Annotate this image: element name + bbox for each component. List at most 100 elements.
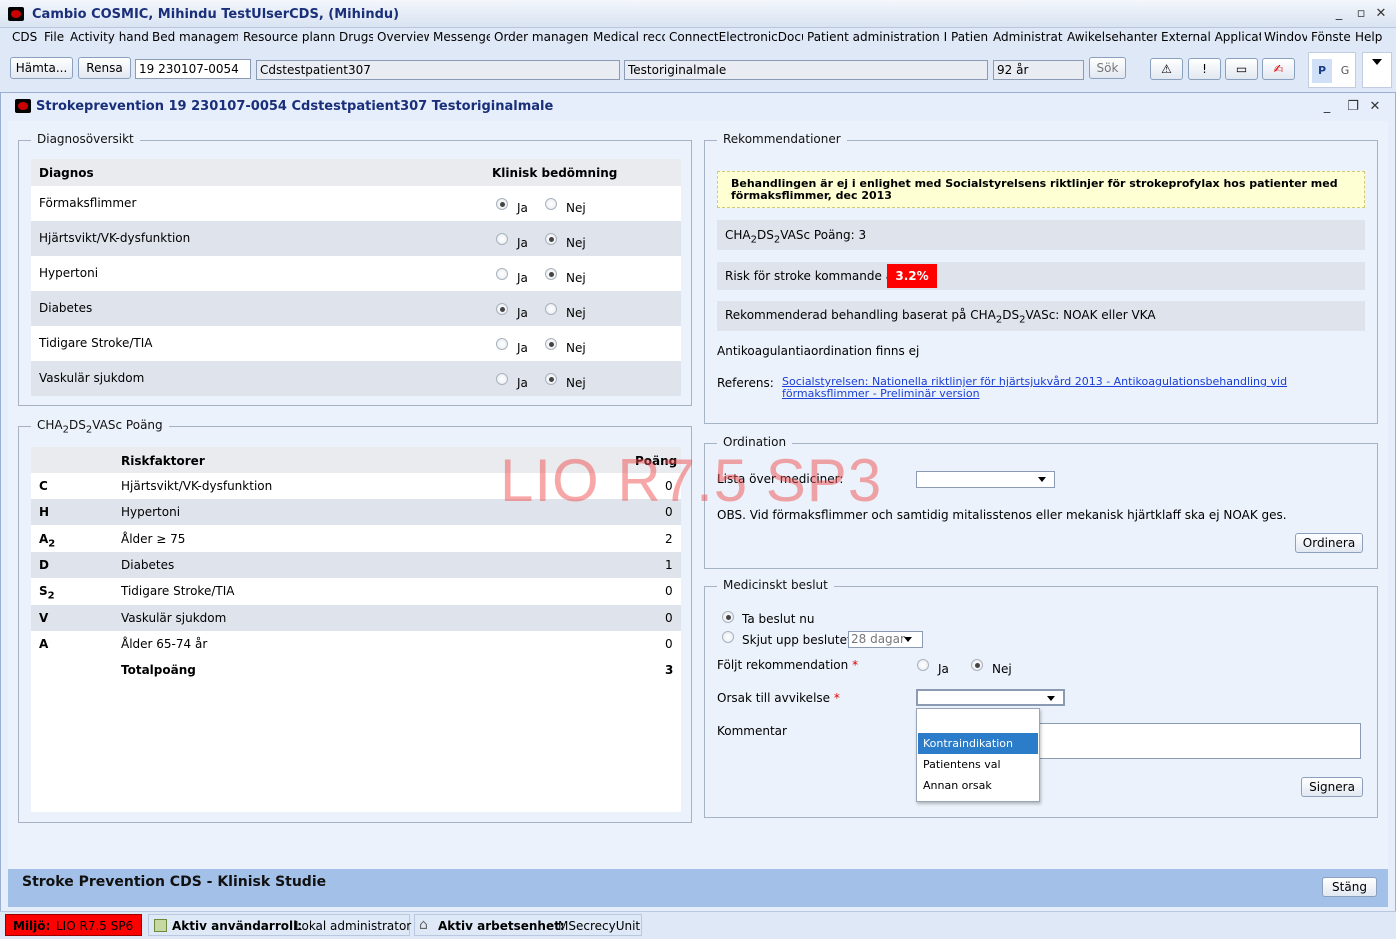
diagnosis-nej-label: Nej [566, 271, 586, 285]
menu-drugs[interactable]: Drugs [339, 30, 373, 44]
score-code: V [39, 610, 49, 625]
diagnosis-nej-radio[interactable] [545, 303, 557, 315]
diagnosis-nej-radio[interactable] [545, 233, 557, 245]
warning-icon[interactable]: ⚠ [1150, 58, 1183, 80]
diagnosis-ja-radio[interactable] [496, 198, 508, 210]
menu-help[interactable]: Help [1355, 30, 1391, 44]
chevron-down-icon [1047, 696, 1055, 701]
close-icon[interactable]: ✕ [1372, 6, 1390, 21]
signature-icon[interactable]: ✍ [1262, 58, 1295, 80]
warning-text: Behandlingen är ej i enlighet med Social… [731, 177, 1338, 202]
chevron-down-icon [1372, 59, 1382, 65]
diagnosis-ja-radio[interactable] [496, 268, 508, 280]
postpone-days-select[interactable]: 28 dagar [848, 631, 923, 648]
menu-awikelse[interactable]: Awikelsehanteri [1067, 30, 1157, 44]
risk-box: Risk för stroke kommande år: 3.2% [717, 262, 1365, 290]
followed-ja-label: Ja [938, 662, 949, 676]
followed-nej-radio[interactable] [971, 659, 983, 671]
diagnosis-ja-label: Ja [517, 271, 528, 285]
p-tab[interactable]: P [1312, 59, 1332, 83]
sign-button[interactable]: Signera [1301, 777, 1363, 797]
diagnosis-ja-label: Ja [517, 306, 528, 320]
diagnosis-ja-radio[interactable] [496, 233, 508, 245]
menu-patient-admin[interactable]: Patient administration IP [807, 30, 947, 44]
score-factor: Hypertoni [121, 505, 181, 520]
assessment-col: Klinisk bedömning [492, 166, 618, 180]
menu-medical[interactable]: Medical reco [593, 30, 665, 44]
subwindow-title: Strokeprevention 19 230107-0054 Cdstestp… [36, 99, 554, 114]
menu-connect[interactable]: ConnectElectronicDocur [669, 30, 803, 44]
diagnosis-ja-label: Ja [517, 236, 528, 250]
sub-restore-icon[interactable]: ❐ [1344, 99, 1362, 114]
reason-dropdown-popup: Kontraindikation finns Patientens val An… [916, 708, 1040, 802]
score-factor: Diabetes [121, 557, 175, 572]
fetch-button[interactable]: Hämta... [10, 57, 73, 79]
score-row: V Vaskulär sjukdom 0 [31, 604, 681, 631]
reason-label: Orsak till avvikelse * [717, 691, 840, 705]
version-watermark: LIO R7.5 SP3 [500, 447, 883, 514]
menu-fonste[interactable]: Fönste [1311, 30, 1351, 44]
app-logo-icon [8, 7, 24, 21]
menu-resource[interactable]: Resource planni [243, 30, 335, 44]
anticoag-text: Antikoagulantiaordination finns ej [717, 344, 920, 358]
score-line-box: CHA2DS2VASc Poäng: 3 [717, 220, 1365, 250]
menu-messenger[interactable]: Messenge [433, 30, 490, 44]
medicine-list-select[interactable] [916, 471, 1055, 488]
g-tab[interactable]: G [1335, 59, 1355, 83]
score-code: A [39, 636, 49, 651]
decide-now-label: Ta beslut nu [742, 612, 815, 626]
diagnosis-nej-radio[interactable] [545, 373, 557, 385]
menu-order[interactable]: Order managem [494, 30, 588, 44]
diagnosis-table: Diagnos Klinisk bedömning Förmaksflimmer… [31, 159, 681, 396]
decide-now-radio[interactable] [722, 611, 734, 623]
order-button[interactable]: Ordinera [1295, 533, 1363, 553]
reason-select[interactable] [916, 689, 1065, 706]
diagnosis-ja-radio[interactable] [496, 338, 508, 350]
score-code: S2 [39, 584, 55, 602]
maximize-icon[interactable]: ▫ [1352, 6, 1370, 21]
diagnosis-nej-radio[interactable] [545, 198, 557, 210]
diagnosis-nej-label: Nej [566, 376, 586, 390]
menu-activity[interactable]: Activity handlir [70, 30, 148, 44]
unit-panel: ⌂ Aktiv arbetsenhet: MSecrecyUnit [414, 914, 642, 936]
menu-overview[interactable]: Overview [377, 30, 429, 44]
menu-bed[interactable]: Bed manageme [152, 30, 238, 44]
postpone-radio[interactable] [722, 631, 734, 643]
reason-option-patient-choice[interactable]: Patientens val [918, 754, 1038, 775]
reason-option-empty[interactable] [918, 711, 1038, 732]
diagnosis-ja-radio[interactable] [496, 303, 508, 315]
close-button[interactable]: Stäng [1322, 877, 1377, 897]
score-row: A2 Ålder ≥ 75 2 [31, 525, 681, 552]
sub-minimize-icon[interactable]: _ [1318, 99, 1336, 114]
score-row: D Diabetes 1 [31, 551, 681, 578]
followed-ja-radio[interactable] [917, 659, 929, 671]
menu-file[interactable]: File [44, 30, 68, 44]
reason-option-other[interactable]: Annan orsak [918, 775, 1038, 796]
menu-cds[interactable]: CDS [12, 30, 40, 44]
diagnosis-group-title: Diagnosöversikt [31, 132, 140, 146]
unit-label: Aktiv arbetsenhet: [438, 919, 565, 933]
sub-close-icon[interactable]: ✕ [1366, 99, 1384, 114]
score-factor: Ålder 65-74 år [121, 636, 208, 651]
reason-option-contraindication[interactable]: Kontraindikation finns [918, 733, 1038, 771]
env-label: Miljö: [13, 919, 51, 933]
diagnosis-nej-radio[interactable] [545, 268, 557, 280]
footer-title: Stroke Prevention CDS - Klinisk Studie [22, 874, 327, 890]
minimize-icon[interactable]: _ [1330, 6, 1348, 21]
toolbar-dropdown[interactable] [1362, 52, 1392, 88]
menu-windov[interactable]: Windov [1264, 30, 1307, 44]
diagnosis-header: Diagnos Klinisk bedömning [31, 159, 681, 186]
risk-value: 3.2% [887, 264, 937, 288]
personal-number-field[interactable]: 19 230107-0054 [135, 59, 251, 79]
diagnosis-ja-radio[interactable] [496, 373, 508, 385]
reference-link[interactable]: Socialstyrelsen: Nationella riktlinjer f… [782, 376, 1362, 400]
clear-button[interactable]: Rensa [78, 57, 131, 79]
diagnosis-nej-radio[interactable] [545, 338, 557, 350]
search-button[interactable]: Sök [1089, 57, 1126, 79]
alert-icon[interactable]: ! [1188, 58, 1221, 80]
menu-external[interactable]: External Applicatic [1161, 30, 1261, 44]
menu-administrati[interactable]: Administrati [993, 30, 1063, 44]
diagnosis-row: Tidigare Stroke/TIA Ja Nej [31, 326, 681, 361]
card-icon[interactable]: ▭ [1225, 58, 1258, 80]
menu-patien[interactable]: Patien [951, 30, 989, 44]
